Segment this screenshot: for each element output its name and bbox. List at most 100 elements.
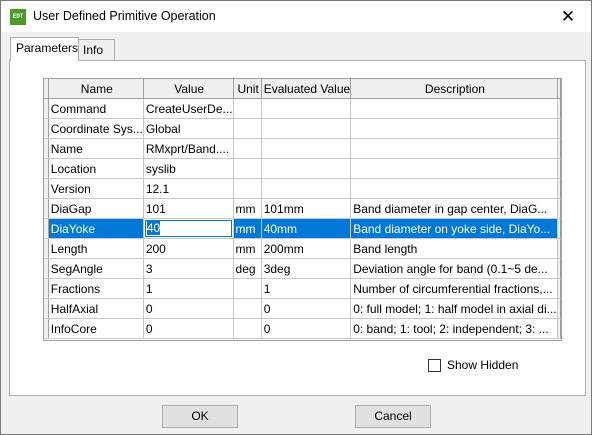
grid-row-location[interactable]: Location syslib xyxy=(44,158,561,179)
param-value-cell[interactable]: 0 xyxy=(143,318,234,339)
param-description-cell xyxy=(350,138,558,159)
param-description-cell: Number of circumferential fractions,... xyxy=(350,278,558,299)
grid-row-infocore[interactable]: InfoCore 0 0 0: band; 1: tool; 2: independe… xyxy=(44,318,561,339)
param-unit-cell: mm xyxy=(233,218,262,239)
param-name-cell: DiaGap xyxy=(48,198,144,219)
param-evaluated-cell: 40mm xyxy=(261,218,352,239)
parameter-grid: Name Value Unit Evaluated Value Descript… xyxy=(43,78,562,341)
grid-row-command[interactable]: Command CreateUserDe... xyxy=(44,98,561,119)
grid-header-row: Name Value Unit Evaluated Value Descript… xyxy=(44,79,561,99)
param-unit-cell xyxy=(233,298,262,319)
value-edit-input[interactable]: 40 xyxy=(144,220,232,237)
param-unit-cell xyxy=(233,98,262,119)
param-name-cell: Name xyxy=(48,138,144,159)
row-filler xyxy=(557,258,561,279)
param-name-cell: SegAngle xyxy=(48,258,144,279)
param-evaluated-cell: 3deg xyxy=(261,258,352,279)
row-filler xyxy=(557,298,561,319)
grid-row-length[interactable]: Length 200 mm 200mm Band length xyxy=(44,238,561,259)
row-filler xyxy=(557,98,561,119)
param-description-cell xyxy=(350,178,558,199)
grid-row-diagap[interactable]: DiaGap 101 mm 101mm Band diameter in gap cen… xyxy=(44,198,561,219)
param-description-cell: Band diameter in gap center, DiaG... xyxy=(350,198,558,219)
close-button[interactable]: ✕ xyxy=(545,1,591,32)
grid-row-name[interactable]: Name RMxprt/Band.... xyxy=(44,138,561,159)
param-evaluated-cell: 1 xyxy=(261,278,352,299)
param-name-cell: Coordinate Sys... xyxy=(48,118,144,139)
param-evaluated-cell: 101mm xyxy=(261,198,352,219)
param-unit-cell xyxy=(233,138,262,159)
grid-row-halfaxial[interactable]: HalfAxial 0 0 0: full model; 1: half model … xyxy=(44,298,561,319)
param-evaluated-cell: 0 xyxy=(261,298,352,319)
param-name-cell: HalfAxial xyxy=(48,298,144,319)
param-description-cell xyxy=(350,118,558,139)
show-hidden-row[interactable]: Show Hidden xyxy=(428,358,519,373)
row-filler xyxy=(557,278,561,299)
param-value-cell[interactable]: 12.1 xyxy=(143,178,234,199)
param-value-cell[interactable]: 40 xyxy=(143,218,234,239)
param-name-cell: Length xyxy=(48,238,144,259)
row-filler xyxy=(557,178,561,199)
param-description-cell: Band diameter on yoke side, DiaYo... xyxy=(350,218,558,239)
param-description-cell: Band length xyxy=(350,238,558,259)
param-name-cell: Version xyxy=(48,178,144,199)
show-hidden-checkbox[interactable] xyxy=(428,359,441,373)
param-value-cell[interactable]: CreateUserDe... xyxy=(143,98,234,119)
column-header-value[interactable]: Value xyxy=(143,79,234,99)
row-filler xyxy=(557,238,561,259)
tab-info[interactable]: Info xyxy=(77,39,115,60)
param-value-cell[interactable]: 0 xyxy=(143,298,234,319)
param-evaluated-cell xyxy=(261,178,352,199)
param-evaluated-cell: 0 xyxy=(261,318,352,339)
row-filler xyxy=(557,198,561,219)
param-description-cell: Deviation angle for band (0.1~5 de... xyxy=(350,258,558,279)
param-unit-cell xyxy=(233,318,262,339)
param-unit-cell xyxy=(233,118,262,139)
param-evaluated-cell xyxy=(261,98,352,119)
param-unit-cell: deg xyxy=(233,258,262,279)
row-filler xyxy=(557,118,561,139)
param-value-cell[interactable]: RMxprt/Band.... xyxy=(143,138,234,159)
param-unit-cell xyxy=(233,278,262,299)
param-evaluated-cell xyxy=(261,138,352,159)
param-description-cell xyxy=(350,98,558,119)
grid-row-fractions[interactable]: Fractions 1 1 Number of circumferential fra… xyxy=(44,278,561,299)
column-header-evaluated-value[interactable]: Evaluated Value xyxy=(261,79,352,99)
column-header-unit[interactable]: Unit xyxy=(233,79,262,99)
row-filler xyxy=(557,318,561,339)
param-value-cell[interactable]: 200 xyxy=(143,238,234,259)
param-unit-cell xyxy=(233,158,262,179)
param-value-cell[interactable]: 3 xyxy=(143,258,234,279)
param-value-cell[interactable]: syslib xyxy=(143,158,234,179)
param-value-cell[interactable]: 101 xyxy=(143,198,234,219)
param-name-cell: InfoCore xyxy=(48,318,144,339)
ok-button[interactable]: OK xyxy=(162,405,238,428)
grid-row-segangle[interactable]: SegAngle 3 deg 3deg Deviation angle for band… xyxy=(44,258,561,279)
dialog-window: EDT User Defined Primitive Operation ✕ P… xyxy=(0,0,592,435)
param-unit-cell: mm xyxy=(233,198,262,219)
grid-row-coordinate-sys[interactable]: Coordinate Sys... Global xyxy=(44,118,561,139)
param-value-cell[interactable]: 1 xyxy=(143,278,234,299)
title-bar: EDT User Defined Primitive Operation ✕ xyxy=(1,1,591,32)
param-evaluated-cell xyxy=(261,118,352,139)
param-name-cell: Location xyxy=(48,158,144,179)
parameters-panel: Name Value Unit Evaluated Value Descript… xyxy=(9,60,586,396)
param-value-cell[interactable]: Global xyxy=(143,118,234,139)
param-unit-cell: mm xyxy=(233,238,262,259)
grid-row-diayoke[interactable]: DiaYoke 40 mm 40mm Band diameter on yoke sid… xyxy=(44,218,561,239)
tab-parameters[interactable]: Parameters xyxy=(10,37,79,61)
grid-row-version[interactable]: Version 12.1 xyxy=(44,178,561,199)
cancel-button[interactable]: Cancel xyxy=(355,405,431,428)
param-description-cell: 0: band; 1: tool; 2: independent; 3: ... xyxy=(350,318,558,339)
row-filler xyxy=(557,218,561,239)
row-filler xyxy=(557,138,561,159)
app-icon: EDT xyxy=(10,9,26,25)
param-name-cell: Command xyxy=(48,98,144,119)
param-evaluated-cell xyxy=(261,158,352,179)
row-filler xyxy=(557,158,561,179)
param-description-cell: 0: full model; 1: half model in axial di… xyxy=(350,298,558,319)
parameter-table: Name Value Unit Evaluated Value Descript… xyxy=(44,79,561,339)
column-header-description[interactable]: Description xyxy=(350,79,558,99)
show-hidden-label: Show Hidden xyxy=(447,358,519,372)
column-header-name[interactable]: Name xyxy=(48,79,144,99)
